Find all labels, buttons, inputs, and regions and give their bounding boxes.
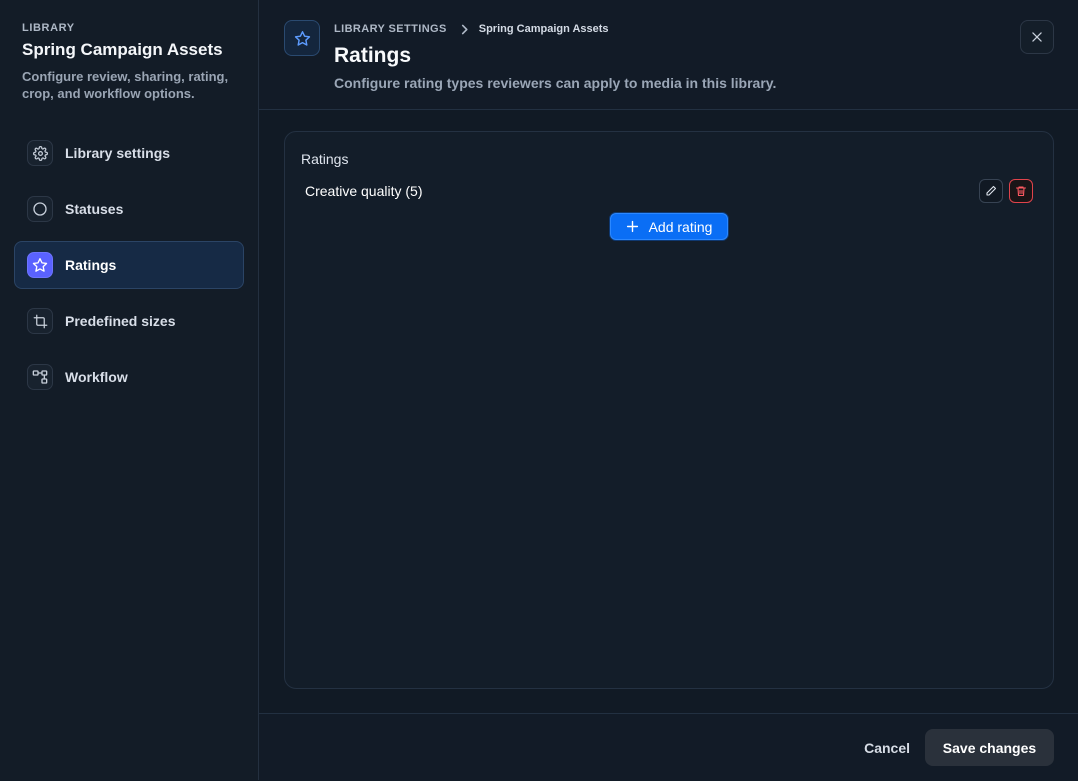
sidebar-item-statuses[interactable]: Statuses: [14, 185, 244, 233]
sidebar-eyebrow: LIBRARY: [22, 22, 75, 34]
main-panel: LIBRARY SETTINGS Spring Campaign Assets …: [259, 0, 1078, 781]
sidebar-description: Configure review, sharing, rating, crop,…: [22, 69, 229, 101]
plus-icon: [626, 220, 639, 233]
breadcrumb: LIBRARY SETTINGS Spring Campaign Assets: [334, 23, 609, 35]
sidebar-item-label: Library settings: [65, 145, 171, 161]
chevron-right-icon: [460, 24, 469, 35]
breadcrumb-item: Spring Campaign Assets: [478, 23, 609, 35]
sidebar-item-workflow[interactable]: Workflow: [14, 353, 244, 401]
row-actions: [979, 179, 1033, 203]
sidebar-title: Spring Campaign Assets: [22, 40, 223, 59]
list-item: Creative quality (5): [305, 179, 1033, 203]
add-rating-button[interactable]: Add rating: [610, 213, 728, 240]
crop-icon: [27, 308, 53, 334]
pencil-icon: [985, 185, 997, 197]
library-settings-modal: LIBRARY Spring Campaign Assets Configure…: [0, 0, 1078, 781]
breadcrumb-item[interactable]: LIBRARY SETTINGS: [334, 23, 447, 35]
close-icon: [1030, 30, 1044, 44]
star-icon: [27, 252, 53, 278]
page-header: LIBRARY SETTINGS Spring Campaign Assets …: [259, 0, 1078, 110]
close-button[interactable]: [1020, 20, 1054, 54]
gear-icon: [27, 140, 53, 166]
page-subtitle: Configure rating types reviewers can app…: [334, 75, 777, 91]
sidebar-item-label: Workflow: [65, 369, 128, 385]
sidebar-item-predefined-sizes[interactable]: Predefined sizes: [14, 297, 244, 345]
star-icon: [284, 20, 320, 56]
circle-icon: [27, 196, 53, 222]
rating-name: Creative quality (5): [305, 183, 423, 199]
edit-rating-button[interactable]: [979, 179, 1003, 203]
cancel-button[interactable]: Cancel: [864, 740, 910, 756]
workflow-icon: [27, 364, 53, 390]
page-title: Ratings: [334, 44, 412, 67]
add-rating-label: Add rating: [648, 218, 713, 235]
ratings-panel: Ratings Creative quality (5) Add rating: [284, 131, 1054, 689]
modal-footer: Cancel Save changes: [259, 713, 1078, 781]
sidebar-item-label: Ratings: [65, 257, 117, 273]
sidebar-nav: Library settings Statuses Ratings Predef…: [14, 129, 244, 401]
delete-rating-button[interactable]: [1009, 179, 1033, 203]
sidebar: LIBRARY Spring Campaign Assets Configure…: [0, 0, 259, 780]
section-label: Ratings: [301, 151, 349, 167]
sidebar-item-library-settings[interactable]: Library settings: [14, 129, 244, 177]
trash-icon: [1015, 185, 1027, 197]
sidebar-item-label: Predefined sizes: [65, 313, 176, 329]
sidebar-item-ratings[interactable]: Ratings: [14, 241, 244, 289]
sidebar-item-label: Statuses: [65, 201, 124, 217]
save-changes-button[interactable]: Save changes: [925, 729, 1054, 766]
